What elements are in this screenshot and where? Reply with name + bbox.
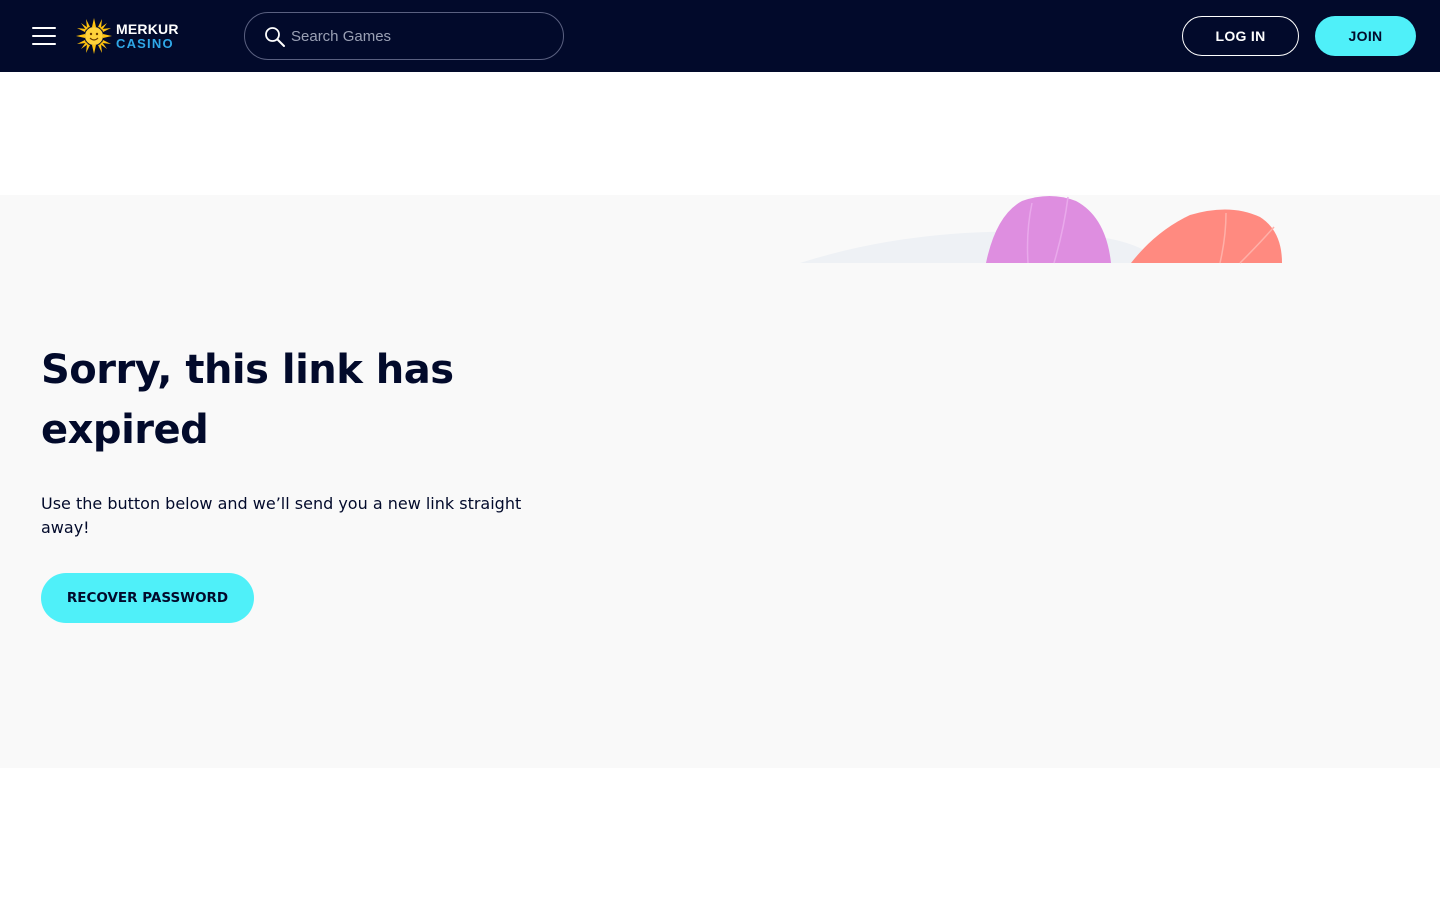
expired-link-section: Sorry, this link has expired Use the but… (0, 195, 1440, 768)
logo-text-casino: CASINO (116, 36, 174, 51)
page-title: Sorry, this link has expired (41, 347, 454, 453)
expired-link-message: Use the button below and we’ll send you … (41, 494, 522, 537)
menu-icon[interactable] (30, 24, 58, 48)
decorative-leaves-illustration (800, 196, 1282, 264)
merkur-sun-logo-icon (76, 18, 112, 54)
search-icon (265, 27, 285, 47)
search-box[interactable] (244, 12, 564, 60)
search-input[interactable] (289, 23, 549, 49)
merkur-casino-logo[interactable]: MERKUR CASINO (76, 16, 186, 56)
recover-password-button[interactable]: RECOVER PASSWORD (41, 573, 254, 623)
log-in-button[interactable]: LOG IN (1182, 16, 1299, 56)
join-button[interactable]: JOIN (1315, 16, 1416, 56)
logo-text-merkur: MERKUR (116, 21, 179, 37)
top-navigation-bar: MERKUR CASINO LOG IN JOIN (0, 0, 1440, 72)
